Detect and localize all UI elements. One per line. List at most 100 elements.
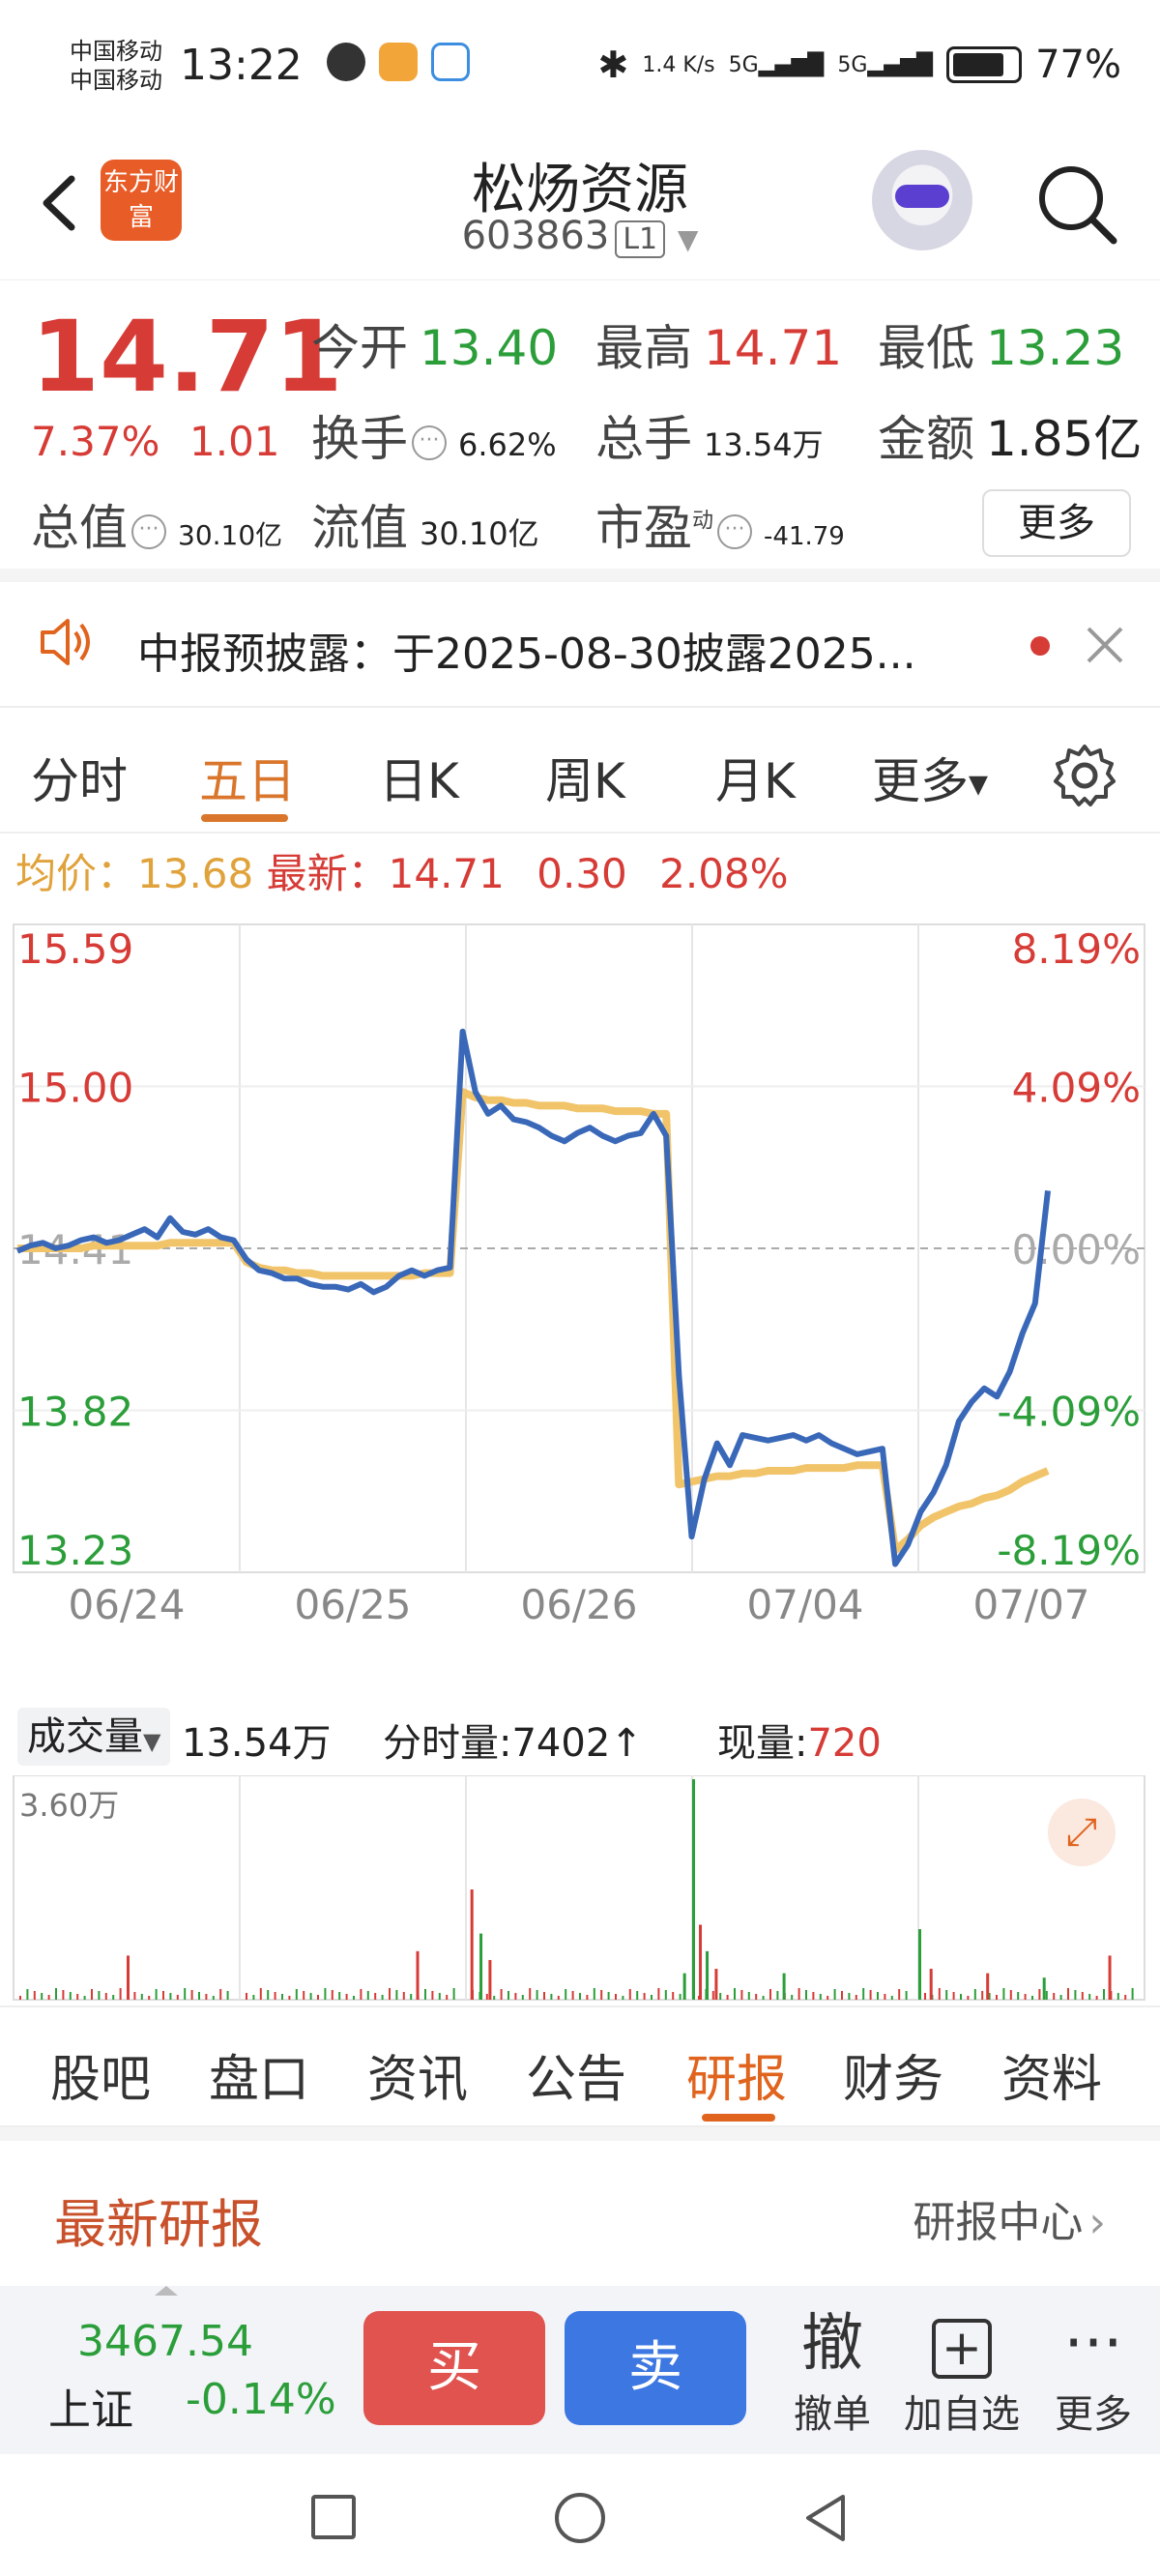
y-axis-pct-label: 8.19%: [1012, 925, 1141, 973]
volume-bar: [571, 1991, 574, 2000]
tab-news[interactable]: 资讯: [367, 2038, 468, 2111]
volume-bar: [395, 1990, 398, 2000]
carrier-1: 中国移动: [70, 38, 162, 65]
volume-bar: [938, 1988, 941, 2000]
volume-bar: [826, 1996, 829, 2000]
add-watchlist-label: 加自选: [904, 2392, 1020, 2437]
index-percent[interactable]: -0.14%: [186, 2375, 336, 2424]
volume-bar: [374, 1993, 377, 2000]
volume-bar: [952, 1992, 955, 2000]
gear-icon[interactable]: [1050, 741, 1119, 810]
volume-bar: [493, 1996, 496, 2000]
home-icon[interactable]: [555, 2493, 605, 2543]
x-axis-label: 06/25: [294, 1581, 411, 1628]
cancel-order-button[interactable]: 撤 撤单: [769, 2305, 895, 2439]
tab-daily-k[interactable]: 日K: [379, 743, 459, 812]
volume-bar: [869, 1990, 872, 2000]
high-field: 最高 14.71: [595, 320, 843, 376]
volume-bar: [91, 1989, 93, 2000]
volume-bar: [798, 1988, 800, 2000]
buy-button[interactable]: 买: [363, 2311, 545, 2425]
volume-bar: [1088, 1994, 1091, 2000]
volume-bar: [1067, 1988, 1069, 2000]
add-watchlist-button[interactable]: + 加自选: [899, 2305, 1025, 2439]
y-axis-label: 15.00: [17, 1065, 133, 1112]
market-cap-field: 总值 ··· 30.10亿: [31, 500, 283, 556]
price-chart[interactable]: 15.59 8.19%15.00 4.09%14.41 0.00%13.82 -4.09…: [0, 907, 1160, 1661]
trade-bar: 3467.54 上证 -0.14% 买 卖 撤 撤单 + 加自选 ··· 更多: [0, 2286, 1160, 2454]
volume-bar: [1108, 1955, 1112, 2000]
info-icon[interactable]: ···: [412, 424, 447, 460]
more-button[interactable]: 更多: [982, 489, 1131, 557]
stock-header: 东方财富 松炀资源 603863 L1 ▼: [0, 140, 1160, 280]
back-nav-icon[interactable]: [798, 2491, 853, 2545]
volume-bar: [26, 1989, 29, 2000]
volume-bar: [176, 1995, 179, 2000]
tab-weekly-k[interactable]: 周K: [545, 743, 625, 812]
volume-bar: [726, 1995, 729, 2000]
volume-bar: [657, 1988, 660, 2000]
tab-research[interactable]: 研报: [686, 2038, 787, 2111]
tab-announcements[interactable]: 公告: [526, 2038, 626, 2111]
tab-financials[interactable]: 财务: [843, 2038, 943, 2111]
tab-intraday[interactable]: 分时: [31, 743, 128, 812]
volume-bar: [33, 1991, 36, 2000]
volume-header: 成交量▼ 13.54万 分时量:7402↑ 现量:720: [0, 1700, 1160, 1775]
expand-icon[interactable]: ⤢: [1048, 1799, 1116, 1866]
recents-icon[interactable]: [311, 2495, 356, 2539]
volume-bar: [184, 1988, 187, 2000]
volume-bar: [607, 1992, 610, 2000]
price-line: [15, 1028, 1051, 1567]
volume-bar: [19, 1996, 21, 2000]
notice-bar[interactable]: 中报预披露：于2025-08-30披露2025...: [0, 582, 1160, 708]
tab-orderbook[interactable]: 盘口: [209, 2038, 309, 2111]
tab-forum[interactable]: 股吧: [50, 2038, 151, 2111]
tab-profile[interactable]: 资料: [1001, 2038, 1102, 2111]
volume-bar: [252, 1995, 255, 2000]
collapse-arrow-icon[interactable]: [155, 2286, 178, 2296]
speaker-icon: [41, 619, 90, 665]
tab-more[interactable]: 更多▼: [872, 743, 988, 812]
stock-code-row[interactable]: 603863 L1 ▼: [0, 214, 1160, 258]
index-name[interactable]: 上证: [48, 2375, 133, 2437]
volume-bar: [682, 1973, 686, 2000]
y-axis-label: 15.59: [17, 925, 133, 973]
volume-selector[interactable]: 成交量▼: [17, 1708, 171, 1766]
y-axis-label: 13.82: [17, 1389, 133, 1436]
research-center-link[interactable]: 研报中心 ›: [913, 2187, 1106, 2249]
more-actions-button[interactable]: ··· 更多: [1030, 2305, 1156, 2439]
volume-bar: [76, 1994, 79, 2000]
turnover-field: 换手 ··· 6.62%: [311, 411, 557, 467]
clock: 13:22: [180, 41, 303, 90]
volume-bar: [711, 1991, 714, 2000]
sell-button[interactable]: 卖: [565, 2311, 746, 2425]
volume-bar: [1017, 1992, 1020, 2000]
volume-bar: [628, 1989, 631, 2000]
volume-bar: [1009, 1990, 1012, 2000]
volume-bar: [267, 1990, 270, 2000]
close-icon[interactable]: [1081, 621, 1129, 669]
info-icon[interactable]: ···: [717, 513, 753, 549]
info-icon[interactable]: ···: [131, 513, 166, 549]
x-axis-label: 06/24: [68, 1581, 185, 1628]
tab-five-day[interactable]: 五日: [199, 743, 296, 812]
volume-chart[interactable]: [0, 1775, 1160, 2004]
float-cap-field: 流值 30.10亿: [311, 500, 539, 556]
content-tabs: 股吧 盘口 资讯 公告 研报 财务 资料: [0, 2005, 1160, 2127]
volume-bar: [929, 1969, 933, 2000]
active-tab-indicator: [201, 814, 288, 822]
volume-bar: [1116, 1993, 1119, 2000]
x-axis-label: 07/04: [746, 1581, 863, 1628]
volume-bar: [212, 1996, 215, 2000]
volume-bar: [1002, 1988, 1005, 2000]
volume-field: 总手 13.54万: [595, 411, 824, 467]
volume-bar: [317, 1995, 319, 2000]
volume-bar: [848, 1993, 851, 2000]
tab-monthly-k[interactable]: 月K: [715, 743, 796, 812]
volume-bar: [485, 1994, 488, 2000]
index-value[interactable]: 3467.54: [77, 2317, 253, 2366]
volume-bar: [924, 1993, 926, 2000]
assistant-robot-icon[interactable]: [872, 150, 972, 250]
search-icon[interactable]: [1032, 160, 1121, 249]
volume-bar: [841, 1991, 843, 2000]
